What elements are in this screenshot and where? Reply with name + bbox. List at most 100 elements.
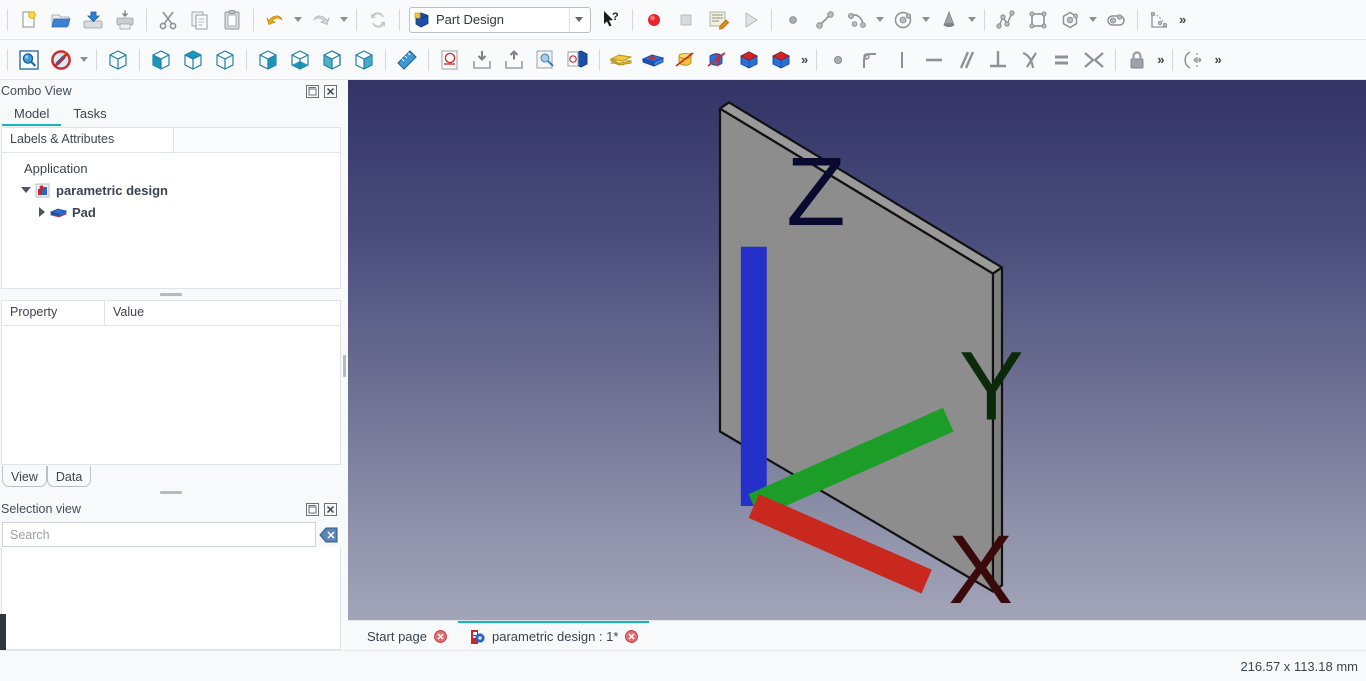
export-icon[interactable] bbox=[498, 43, 530, 77]
save-document-button[interactable] bbox=[77, 3, 109, 37]
constrain-coincident-icon[interactable] bbox=[822, 43, 854, 77]
revolution-icon[interactable] bbox=[669, 43, 701, 77]
create-conic-dropdown-arrow[interactable] bbox=[965, 3, 979, 37]
new-document-button[interactable] bbox=[13, 3, 45, 37]
close-panel-icon[interactable] bbox=[323, 84, 338, 99]
constrain-vertical-icon[interactable] bbox=[886, 43, 918, 77]
constrain-horizontal-icon[interactable] bbox=[918, 43, 950, 77]
search-input[interactable]: Search bbox=[2, 522, 316, 547]
tab-tasks[interactable]: Tasks bbox=[61, 102, 118, 126]
measure-icon[interactable] bbox=[391, 43, 423, 77]
create-polyline-icon[interactable] bbox=[990, 3, 1022, 37]
tab-model[interactable]: Model bbox=[2, 102, 62, 126]
constrain-perpendicular-icon[interactable] bbox=[982, 43, 1014, 77]
copy-button[interactable] bbox=[184, 3, 216, 37]
tree-property-splitter[interactable] bbox=[0, 289, 342, 300]
fit-all-icon[interactable] bbox=[13, 43, 45, 77]
create-conic-icon[interactable] bbox=[933, 3, 965, 37]
undo-dropdown-arrow[interactable] bbox=[291, 3, 305, 37]
macro-stop-button[interactable] bbox=[670, 3, 702, 37]
create-point-icon[interactable] bbox=[777, 3, 809, 37]
splitter-grip bbox=[160, 293, 182, 296]
macro-record-button[interactable] bbox=[638, 3, 670, 37]
constrain-parallel-icon[interactable] bbox=[950, 43, 982, 77]
macro-edit-button[interactable] bbox=[702, 3, 734, 37]
pad-icon[interactable] bbox=[605, 43, 637, 77]
create-polygon-icon[interactable] bbox=[1054, 3, 1086, 37]
workbench-selector[interactable]: Part Design bbox=[409, 6, 591, 33]
pocket-icon[interactable] bbox=[637, 43, 669, 77]
cut-button[interactable] bbox=[152, 3, 184, 37]
dimension-overflow-chevron[interactable]: » bbox=[1210, 52, 1224, 67]
constrain-block-icon[interactable] bbox=[1121, 43, 1153, 77]
redo-button[interactable] bbox=[305, 3, 337, 37]
constraints-overflow-chevron[interactable]: » bbox=[1153, 52, 1167, 67]
create-arc-icon[interactable] bbox=[841, 3, 873, 37]
additive-primitive-icon[interactable] bbox=[733, 43, 765, 77]
tree-column-labels-attributes[interactable]: Labels & Attributes bbox=[2, 128, 174, 152]
workbench-dropdown-arrow[interactable] bbox=[569, 7, 587, 32]
tab-view[interactable]: View bbox=[2, 466, 47, 487]
isometric-view-icon[interactable] bbox=[348, 43, 380, 77]
paste-button[interactable] bbox=[216, 3, 248, 37]
refresh-button[interactable] bbox=[362, 3, 394, 37]
map-sketch-icon[interactable] bbox=[562, 43, 594, 77]
print-document-button[interactable] bbox=[109, 3, 141, 37]
create-sketch-icon[interactable] bbox=[434, 43, 466, 77]
document-tab-start-page[interactable]: Start page bbox=[356, 621, 458, 650]
draw-style-icon[interactable] bbox=[45, 43, 77, 77]
constrain-fillet-icon[interactable] bbox=[854, 43, 886, 77]
close-tab-icon[interactable] bbox=[434, 630, 447, 643]
3d-viewport[interactable]: Z Y X bbox=[348, 80, 1366, 620]
create-arc-dropdown-arrow[interactable] bbox=[873, 3, 887, 37]
float-panel-icon[interactable] bbox=[305, 84, 320, 99]
value-column-header[interactable]: Value bbox=[105, 301, 340, 325]
tree-item-pad[interactable]: Pad bbox=[2, 201, 340, 223]
close-panel-icon[interactable] bbox=[323, 502, 338, 517]
combo-selection-splitter[interactable] bbox=[0, 487, 342, 498]
property-column-header[interactable]: Property bbox=[2, 301, 105, 325]
tree-item-application[interactable]: Application bbox=[2, 157, 340, 179]
constrain-symmetric-icon[interactable] bbox=[1078, 43, 1110, 77]
rear-view-icon[interactable] bbox=[252, 43, 284, 77]
import-icon[interactable] bbox=[466, 43, 498, 77]
create-circle-dropdown-arrow[interactable] bbox=[919, 3, 933, 37]
tab-data[interactable]: Data bbox=[47, 466, 91, 487]
draw-style-dropdown-arrow[interactable] bbox=[77, 43, 91, 77]
create-slot-icon[interactable] bbox=[1100, 3, 1132, 37]
constrain-equal-icon[interactable] bbox=[1046, 43, 1078, 77]
axonometric-view-icon[interactable] bbox=[102, 43, 134, 77]
right-view-icon[interactable] bbox=[209, 43, 241, 77]
toolbar-overflow-chevron[interactable]: » bbox=[1175, 12, 1189, 27]
subtractive-primitive-icon[interactable] bbox=[765, 43, 797, 77]
undo-button[interactable] bbox=[259, 3, 291, 37]
left-view-icon[interactable] bbox=[316, 43, 348, 77]
groove-icon[interactable] bbox=[701, 43, 733, 77]
macro-execute-button[interactable] bbox=[734, 3, 766, 37]
create-polygon-dropdown-arrow[interactable] bbox=[1086, 3, 1100, 37]
whats-this-button[interactable]: ? bbox=[595, 3, 627, 37]
document-tab-parametric-design[interactable]: parametric design : 1* bbox=[458, 621, 650, 650]
constrain-tangent-icon[interactable] bbox=[1014, 43, 1046, 77]
open-document-button[interactable] bbox=[45, 3, 77, 37]
clear-search-icon[interactable] bbox=[319, 525, 339, 545]
create-rectangle-icon[interactable] bbox=[1022, 3, 1054, 37]
close-tab-icon[interactable] bbox=[625, 630, 639, 643]
create-circle-icon[interactable] bbox=[887, 3, 919, 37]
validate-sketch-icon[interactable] bbox=[530, 43, 562, 77]
top-view-icon[interactable] bbox=[177, 43, 209, 77]
toolbar-separator bbox=[96, 48, 97, 71]
selection-view-list[interactable] bbox=[1, 547, 341, 650]
tree-item-document[interactable]: parametric design bbox=[2, 179, 340, 201]
float-panel-icon[interactable] bbox=[305, 502, 320, 517]
bottom-view-icon[interactable] bbox=[284, 43, 316, 77]
front-view-icon[interactable] bbox=[145, 43, 177, 77]
create-bspline-icon[interactable] bbox=[1143, 3, 1175, 37]
create-line-icon[interactable] bbox=[809, 3, 841, 37]
expand-collapse-icon[interactable] bbox=[18, 182, 34, 198]
redo-dropdown-arrow[interactable] bbox=[337, 3, 351, 37]
partdesign-overflow-chevron[interactable]: » bbox=[797, 52, 811, 67]
expand-collapse-icon[interactable] bbox=[34, 204, 50, 220]
constrain-dimension-icon[interactable] bbox=[1178, 43, 1210, 77]
left-dock-scrollbar[interactable] bbox=[0, 614, 6, 650]
